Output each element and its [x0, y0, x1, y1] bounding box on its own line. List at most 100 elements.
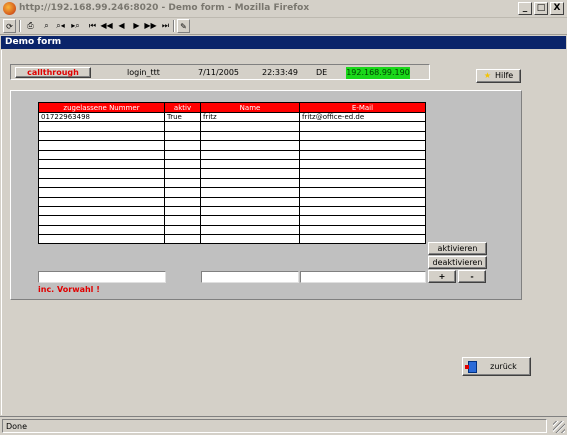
cell-active[interactable] [164, 158, 201, 170]
cell-email[interactable] [299, 215, 426, 226]
cell-active[interactable] [164, 234, 201, 245]
cell-email[interactable] [299, 130, 426, 142]
cell-active[interactable] [164, 196, 201, 207]
cell-active[interactable] [164, 130, 201, 142]
cell-email[interactable] [299, 168, 426, 179]
cell-email[interactable] [299, 149, 426, 160]
cell-number[interactable] [38, 121, 165, 132]
prev-page-icon[interactable]: ◀◀ [100, 19, 113, 33]
table-row[interactable] [38, 196, 426, 207]
table-row[interactable] [38, 234, 426, 245]
table-row[interactable] [38, 158, 426, 170]
deactivate-button[interactable]: deaktivieren [428, 256, 487, 269]
cell-name[interactable]: fritz [200, 111, 300, 123]
cell-name[interactable] [200, 205, 300, 217]
cell-active[interactable] [164, 224, 201, 236]
cell-email[interactable] [299, 177, 426, 189]
cell-number[interactable] [38, 140, 165, 151]
cell-name[interactable] [200, 187, 300, 198]
cell-number[interactable] [38, 187, 165, 198]
number-input[interactable] [38, 271, 166, 283]
cell-name[interactable] [200, 234, 300, 245]
name-input[interactable] [201, 271, 299, 283]
cell-number[interactable] [38, 177, 165, 189]
table-row[interactable] [38, 130, 426, 142]
cell-active[interactable] [164, 187, 201, 198]
cell-number[interactable] [38, 130, 165, 142]
cell-name[interactable] [200, 224, 300, 236]
prev-record-icon[interactable]: ◀ [115, 19, 128, 33]
cell-name[interactable] [200, 168, 300, 179]
cell-active[interactable] [164, 140, 201, 151]
edit-icon[interactable]: ✎ [177, 19, 190, 33]
cell-name[interactable] [200, 130, 300, 142]
cell-email[interactable] [299, 234, 426, 245]
find-prev-icon[interactable]: ⌕◂ [54, 19, 67, 33]
cell-number[interactable] [38, 149, 165, 160]
column-header-active[interactable]: aktiv [164, 102, 201, 113]
table-row[interactable] [38, 149, 426, 160]
cell-number[interactable] [38, 205, 165, 217]
cell-email[interactable] [299, 121, 426, 132]
cell-number[interactable] [38, 224, 165, 236]
reload-icon[interactable]: ⟳ [3, 19, 16, 33]
cell-number[interactable] [38, 234, 165, 245]
cell-email[interactable] [299, 140, 426, 151]
cell-active[interactable] [164, 215, 201, 226]
table-row[interactable] [38, 140, 426, 151]
cell-number[interactable] [38, 158, 165, 170]
cell-number[interactable] [38, 196, 165, 207]
cell-name[interactable] [200, 121, 300, 132]
cell-number[interactable] [38, 215, 165, 226]
close-button[interactable]: X [550, 2, 564, 15]
cell-email[interactable] [299, 158, 426, 170]
column-header-email[interactable]: E-Mail [299, 102, 426, 113]
table-row[interactable] [38, 224, 426, 236]
cell-name[interactable] [200, 196, 300, 207]
next-page-icon[interactable]: ▶▶ [144, 19, 157, 33]
cell-number[interactable]: 01722963498 [38, 111, 165, 123]
find-icon[interactable]: ⌕ [40, 19, 53, 33]
minimize-button[interactable]: _ [518, 2, 532, 15]
cell-email[interactable] [299, 205, 426, 217]
cell-email[interactable] [299, 187, 426, 198]
last-record-icon[interactable]: ⏭ [159, 19, 172, 33]
cell-name[interactable] [200, 177, 300, 189]
table-row[interactable] [38, 177, 426, 189]
print-icon[interactable]: ⎙ [24, 19, 37, 33]
cell-active[interactable] [164, 205, 201, 217]
callthrough-button[interactable]: callthrough [15, 67, 91, 78]
maximize-button[interactable]: □ [534, 2, 548, 15]
cell-active[interactable] [164, 121, 201, 132]
find-next-icon[interactable]: ▸⌕ [69, 19, 82, 33]
email-input[interactable] [300, 271, 426, 283]
resize-grip-icon[interactable] [553, 421, 565, 433]
cell-email[interactable] [299, 196, 426, 207]
first-record-icon[interactable]: ⏮ [86, 19, 99, 33]
next-record-icon[interactable]: ▶ [130, 19, 143, 33]
cell-email[interactable] [299, 224, 426, 236]
table-row[interactable] [38, 205, 426, 217]
cell-name[interactable] [200, 158, 300, 170]
column-header-number[interactable]: zugelassene Nummer [38, 102, 165, 113]
help-button[interactable]: ★ Hilfe [476, 69, 521, 83]
cell-number[interactable] [38, 168, 165, 179]
back-button[interactable]: zurück [462, 357, 531, 376]
remove-row-button[interactable]: - [458, 270, 486, 283]
cell-name[interactable] [200, 149, 300, 160]
cell-active[interactable] [164, 168, 201, 179]
table-row[interactable]: 01722963498 True fritz fritz@office-ed.de [38, 111, 426, 123]
cell-name[interactable] [200, 215, 300, 226]
table-row[interactable] [38, 187, 426, 198]
table-row[interactable] [38, 168, 426, 179]
table-row[interactable] [38, 121, 426, 132]
column-header-name[interactable]: Name [200, 102, 300, 113]
cell-active[interactable] [164, 177, 201, 189]
cell-active[interactable] [164, 149, 201, 160]
cell-email[interactable]: fritz@office-ed.de [299, 111, 426, 123]
table-row[interactable] [38, 215, 426, 226]
cell-active[interactable]: True [164, 111, 201, 123]
activate-button[interactable]: aktivieren [428, 242, 487, 255]
cell-name[interactable] [200, 140, 300, 151]
add-row-button[interactable]: + [428, 270, 456, 283]
